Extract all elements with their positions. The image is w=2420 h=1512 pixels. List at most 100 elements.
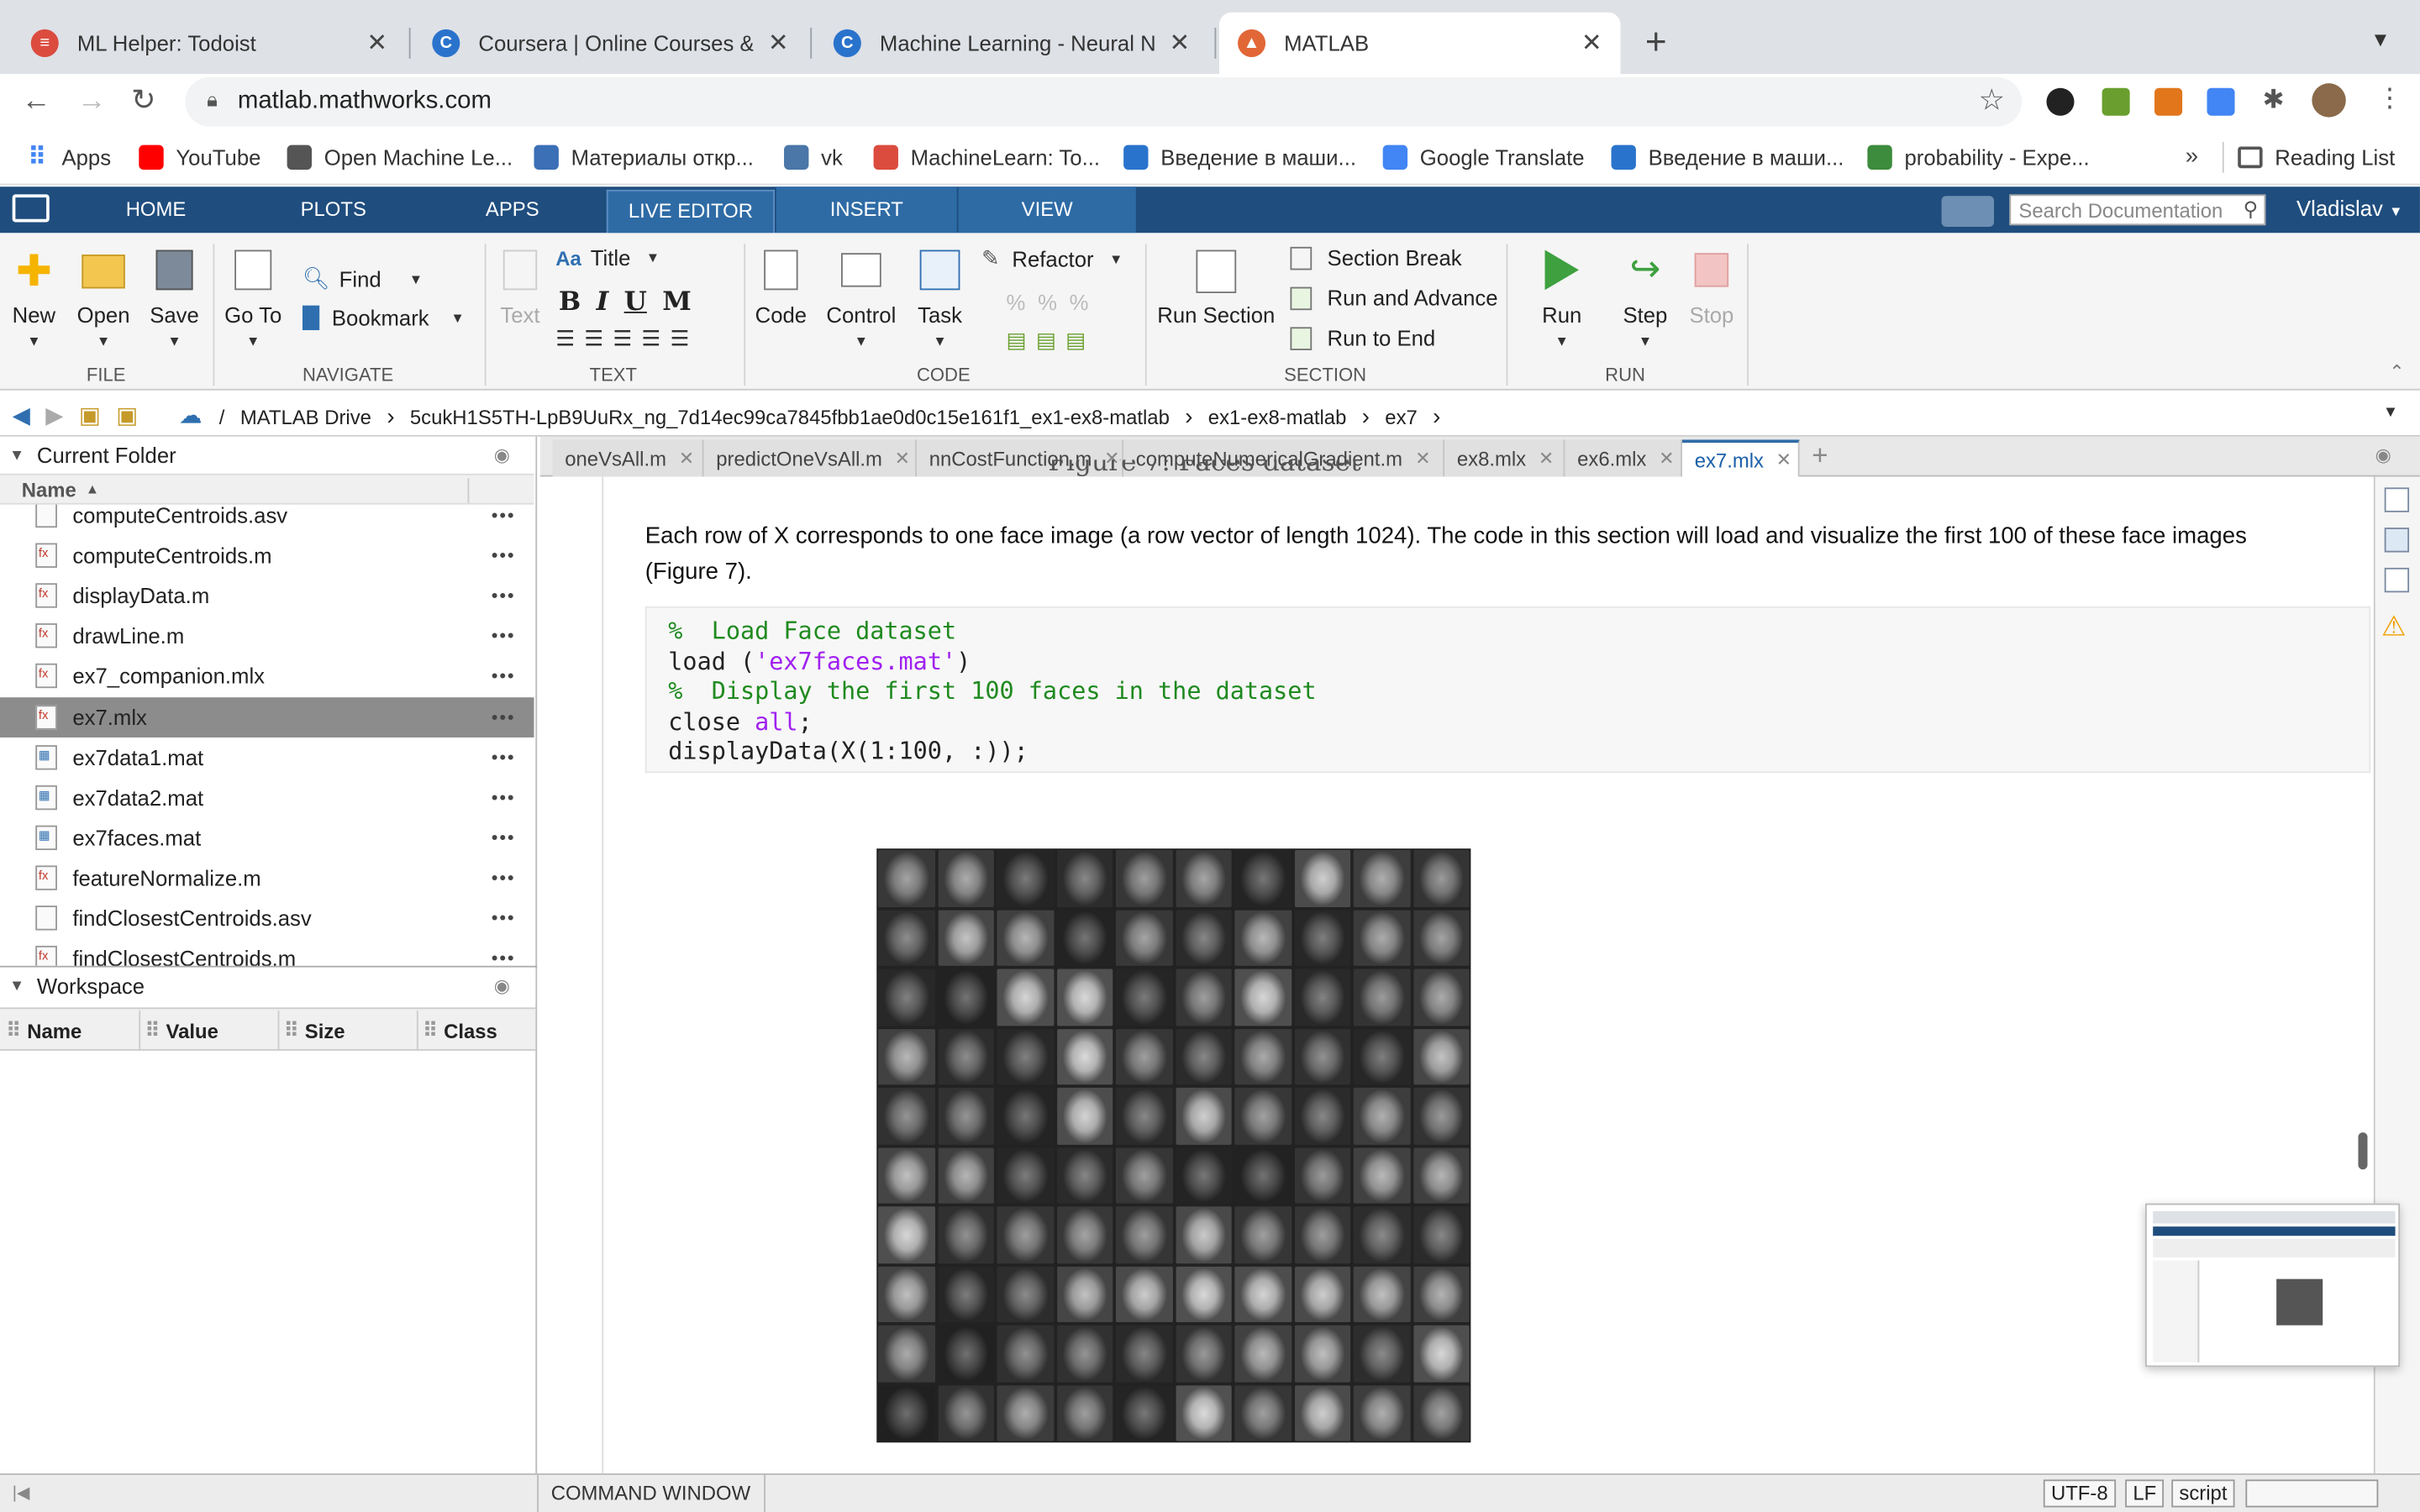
workspace-col-size[interactable]: ⠿ Size xyxy=(284,1011,418,1051)
file-actions-icon[interactable]: ••• xyxy=(492,625,516,647)
forward-icon[interactable]: → xyxy=(77,85,107,118)
close-tab-icon[interactable]: ✕ xyxy=(366,28,387,59)
underline-button[interactable]: U xyxy=(624,287,647,318)
tab-view[interactable]: VIEW xyxy=(958,186,1136,234)
file-row[interactable]: fx drawLine.m ••• xyxy=(0,616,534,656)
monospace-button[interactable]: M xyxy=(662,287,692,318)
text-button[interactable]: Text xyxy=(494,249,546,327)
file-actions-icon[interactable]: ••• xyxy=(492,907,516,929)
breadcrumb-item[interactable]: / xyxy=(219,406,225,429)
doc-paragraph[interactable]: Each row of X corresponds to one face im… xyxy=(645,518,2304,589)
panel-menu-icon[interactable]: ◉ xyxy=(494,444,510,466)
output-right-icon[interactable] xyxy=(2384,487,2410,512)
metamask-icon[interactable] xyxy=(2154,87,2183,116)
collapse-icon[interactable]: ▼ xyxy=(9,447,24,464)
bookmark-item[interactable]: ⠿ Apps xyxy=(24,145,111,171)
task-button[interactable]: Task ▼ xyxy=(913,249,965,349)
breadcrumb-item[interactable]: ex1-ex8-matlab xyxy=(1208,406,1347,429)
browser-tab[interactable]: ≡ ML Helper: Todoist ✕ xyxy=(13,13,406,74)
file-actions-icon[interactable]: ••• xyxy=(492,545,516,567)
hide-code-icon[interactable] xyxy=(2384,567,2410,593)
faces-figure[interactable] xyxy=(876,848,1471,1443)
bookmark-item[interactable]: vk xyxy=(784,144,843,171)
browser-menu-icon[interactable]: ⋮ xyxy=(2377,83,2403,114)
bookmark-item[interactable]: Google Translate xyxy=(1382,144,1585,171)
warning-icon[interactable]: ⚠ xyxy=(2381,611,2407,643)
path-back-icon[interactable]: ◀ xyxy=(13,402,30,428)
bookmark-item[interactable]: YouTube xyxy=(139,144,260,171)
file-actions-icon[interactable]: ••• xyxy=(492,585,516,606)
new-tab-button[interactable]: + xyxy=(1645,22,1667,65)
new-button[interactable]: ✚ New ▼ xyxy=(6,249,61,349)
command-window-tab[interactable]: COMMAND WINDOW xyxy=(537,1473,766,1512)
file-actions-icon[interactable]: ••• xyxy=(492,746,516,768)
file-actions-icon[interactable]: ••• xyxy=(492,665,516,687)
file-row[interactable]: ▦ ex7faces.mat ••• xyxy=(0,817,534,858)
code-button[interactable]: Code xyxy=(753,249,808,327)
file-row[interactable]: fx ex7_companion.mlx ••• xyxy=(0,656,534,696)
file-row[interactable]: fx featureNormalize.m ••• xyxy=(0,858,534,898)
bookmark-star-icon[interactable]: ☆ xyxy=(1979,83,2005,118)
back-icon[interactable]: ← xyxy=(22,85,51,118)
search-documentation-input[interactable]: Search Documentation ⚲ xyxy=(2009,194,2266,226)
browse-folder-icon[interactable]: ▣ xyxy=(116,402,138,428)
close-tab-icon[interactable]: ✕ xyxy=(768,28,789,59)
mode-indicator[interactable]: script xyxy=(2171,1479,2235,1508)
bookmark-item[interactable]: MachineLearn: To... xyxy=(873,144,1100,171)
minimap-thumbnail[interactable] xyxy=(2145,1203,2401,1368)
refactor-dropdown[interactable]: ✎ Refactor ▼ xyxy=(981,245,1123,271)
tab-plots[interactable]: PLOTS xyxy=(266,186,402,233)
editor-menu-icon[interactable]: ◉ xyxy=(2375,444,2391,466)
file-actions-icon[interactable]: ••• xyxy=(492,786,516,808)
bookmark-button[interactable]: Bookmark ▼ xyxy=(302,305,465,331)
file-row[interactable]: fx findClosestCentroids.m ••• xyxy=(0,938,534,966)
workspace-collapse-icon[interactable]: ▼ xyxy=(9,978,24,995)
path-dropdown-icon[interactable]: ▼ xyxy=(2383,404,2398,421)
close-tab-icon[interactable]: ✕ xyxy=(1169,28,1190,59)
status-left-icon[interactable]: |◀ xyxy=(13,1483,30,1503)
browser-tab[interactable]: C Coursera | Online Courses & Cr ✕ xyxy=(413,13,807,74)
open-button[interactable]: Open ▼ xyxy=(74,250,133,349)
workspace-menu-icon[interactable]: ◉ xyxy=(494,975,510,997)
run-button[interactable]: Run ▼ xyxy=(1531,249,1592,349)
tab-insert[interactable]: INSERT xyxy=(776,186,957,234)
workspace-col-value[interactable]: ⠿ Value xyxy=(145,1011,280,1051)
file-row[interactable]: computeCentroids.asv ••• xyxy=(0,504,534,536)
translate-extension-icon[interactable] xyxy=(2207,87,2235,116)
control-button[interactable]: Control ▼ xyxy=(824,250,898,349)
run-and-advance-button[interactable]: Run and Advance xyxy=(1290,286,1498,310)
title-style-dropdown[interactable]: Aa Title ▼ xyxy=(555,245,660,270)
breadcrumb-item[interactable]: 5cukH1S5TH-LpB9UuRx_ng_7d14ec99ca7845fbb… xyxy=(410,406,1170,429)
scrollbar-thumb[interactable] xyxy=(2358,1132,2368,1170)
comment-tools-icons[interactable]: %%% xyxy=(1007,290,1102,314)
reload-icon[interactable]: ↻ xyxy=(131,83,155,118)
file-row[interactable]: ▦ ex7data2.mat ••• xyxy=(0,777,534,817)
tab-apps[interactable]: APPS xyxy=(448,186,577,233)
close-tab-icon[interactable]: ✕ xyxy=(1581,28,1602,59)
tab-live-editor[interactable]: LIVE EDITOR xyxy=(606,189,776,234)
eol-indicator[interactable]: LF xyxy=(2125,1479,2165,1508)
file-row[interactable]: ▦ ex7data1.mat ••• xyxy=(0,737,534,777)
browser-tab[interactable]: C Machine Learning - Neural Net ✕ xyxy=(815,13,1208,74)
find-button[interactable]: 🔍︎ Find ▼ xyxy=(302,265,423,291)
bookmark-item[interactable]: Материалы откр... xyxy=(534,144,754,171)
path-forward-icon[interactable]: ▶ xyxy=(45,402,63,428)
bookmark-item[interactable]: Введение в маши... xyxy=(1123,144,1356,171)
stop-button[interactable]: Stop xyxy=(1686,250,1738,327)
workspace-col-name[interactable]: ⠿ Name xyxy=(6,1011,141,1051)
encoding-indicator[interactable]: UTF-8 xyxy=(2043,1479,2116,1508)
go-to-button[interactable]: Go To ▼ xyxy=(222,249,283,349)
bookmark-item[interactable]: probability - Expe... xyxy=(1867,144,2090,171)
lock-icon[interactable]: 🔒︎ xyxy=(207,88,218,113)
file-row[interactable]: fx ex7.mlx ••• xyxy=(0,696,534,738)
workspace-col-class[interactable]: ⠿ Class xyxy=(423,1011,534,1051)
step-button[interactable]: ↪ Step ▼ xyxy=(1614,249,1676,349)
tab-search-icon[interactable]: ▼ xyxy=(2370,28,2391,51)
extensions-puzzle-icon[interactable]: ✱ xyxy=(2263,85,2285,116)
user-menu[interactable]: Vladislav ▼ xyxy=(2296,196,2402,220)
extension-js-icon[interactable] xyxy=(2102,87,2130,116)
bold-button[interactable]: B xyxy=(559,287,581,318)
code-block[interactable]: % Load Face dataset load ('ex7faces.mat')… xyxy=(644,606,2371,774)
name-column-header[interactable]: Name ▲ xyxy=(0,473,534,505)
extension-w-icon[interactable] xyxy=(2046,87,2075,116)
